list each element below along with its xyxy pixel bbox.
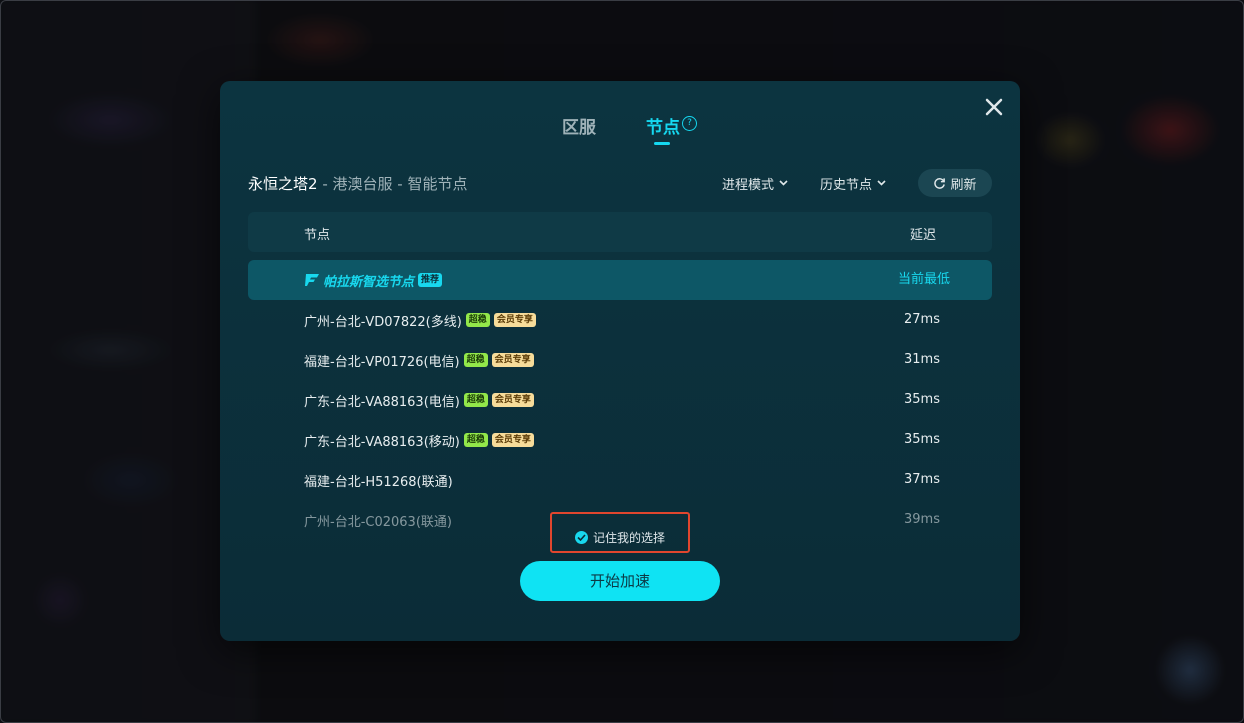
node-latency: 31ms: [904, 352, 940, 367]
node-name: 福建-台北-H51268(联通): [304, 474, 453, 490]
node-latency: 35ms: [904, 432, 940, 447]
node-name: 广东-台北-VA88163(电信): [304, 394, 460, 410]
node-name: 帕拉斯智选节点: [323, 274, 415, 290]
tab-region[interactable]: 区服: [562, 113, 596, 138]
column-header-latency: 延迟: [909, 228, 936, 243]
stable-badge: 超稳: [465, 313, 490, 327]
column-header-node: 节点: [304, 228, 331, 243]
node-list[interactable]: 帕拉斯智选节点 推荐 当前最低 广州-台北-VD07822(多线) 超稳 会员专…: [248, 260, 992, 528]
node-row-smart[interactable]: 帕拉斯智选节点 推荐 当前最低: [248, 260, 992, 300]
stable-badge: 超稳: [463, 353, 488, 367]
history-nodes-dropdown[interactable]: 历史节点: [820, 174, 886, 193]
node-row[interactable]: 广州-台北-VD07822(多线) 超稳 会员专享 27ms: [248, 300, 992, 340]
node-select-dialog: 区服 节点 ? 永恒之塔2 - 港澳台服 - 智能节点 进程模式 历史节点 刷新: [220, 81, 1020, 641]
tab-node[interactable]: 节点: [646, 113, 680, 138]
breadcrumb-separator: -: [317, 175, 333, 193]
breadcrumb: 永恒之塔2 - 港澳台服 - 智能节点: [248, 173, 467, 194]
stable-badge: 超稳: [463, 433, 488, 447]
node-name: 福建-台北-VP01726(电信): [304, 354, 460, 370]
check-circle-icon: [575, 531, 588, 544]
help-icon[interactable]: ?: [682, 116, 697, 131]
chevron-down-icon: [877, 180, 886, 186]
refresh-button[interactable]: 刷新: [918, 169, 992, 197]
refresh-icon: [934, 177, 946, 189]
breadcrumb-separator: -: [392, 175, 408, 193]
node-row[interactable]: 广东-台北-VA88163(电信) 超稳 会员专享 35ms: [248, 380, 992, 420]
vip-badge: 会员专享: [491, 433, 534, 447]
mode-name: 智能节点: [407, 175, 468, 193]
node-latency: 39ms: [904, 512, 940, 527]
brand-icon: [305, 274, 319, 286]
node-name: 广州-台北-VD07822(多线): [304, 314, 462, 330]
node-latency: 37ms: [904, 472, 940, 487]
stable-badge: 超稳: [463, 393, 488, 407]
node-latency: 当前最低: [897, 272, 950, 287]
history-nodes-label: 历史节点: [819, 177, 872, 193]
table-header: 节点 延迟: [248, 212, 992, 252]
region-name: 港澳台服: [332, 175, 393, 193]
node-row[interactable]: 福建-台北-VP01726(电信) 超稳 会员专享 31ms: [248, 340, 992, 380]
active-tab-indicator: [654, 142, 670, 145]
remember-choice-label: 记住我的选择: [593, 531, 666, 545]
vip-badge: 会员专享: [491, 393, 534, 407]
tab-bar: 区服 节点 ?: [220, 109, 1020, 149]
node-row[interactable]: 广东-台北-VA88163(移动) 超稳 会员专享 35ms: [248, 420, 992, 460]
process-mode-dropdown[interactable]: 进程模式: [722, 174, 788, 193]
start-acceleration-button[interactable]: 开始加速: [520, 561, 720, 601]
node-name: 广州-台北-C02063(联通): [304, 514, 452, 529]
remember-choice-checkbox[interactable]: 记住我的选择: [575, 529, 665, 546]
game-name: 永恒之塔2: [248, 175, 318, 193]
chevron-down-icon: [779, 180, 788, 186]
toolbar: 进程模式 历史节点 刷新: [722, 169, 992, 197]
node-latency: 35ms: [904, 392, 940, 407]
node-row[interactable]: 广州-台北-C02063(联通) 39ms: [248, 500, 992, 528]
node-name: 广东-台北-VA88163(移动): [304, 434, 460, 450]
vip-badge: 会员专享: [491, 353, 534, 367]
node-latency: 27ms: [904, 312, 940, 327]
recommended-badge: 推荐: [418, 273, 443, 287]
process-mode-label: 进程模式: [721, 177, 774, 193]
refresh-label: 刷新: [950, 177, 977, 193]
node-row[interactable]: 福建-台北-H51268(联通) 37ms: [248, 460, 992, 500]
vip-badge: 会员专享: [493, 313, 536, 327]
